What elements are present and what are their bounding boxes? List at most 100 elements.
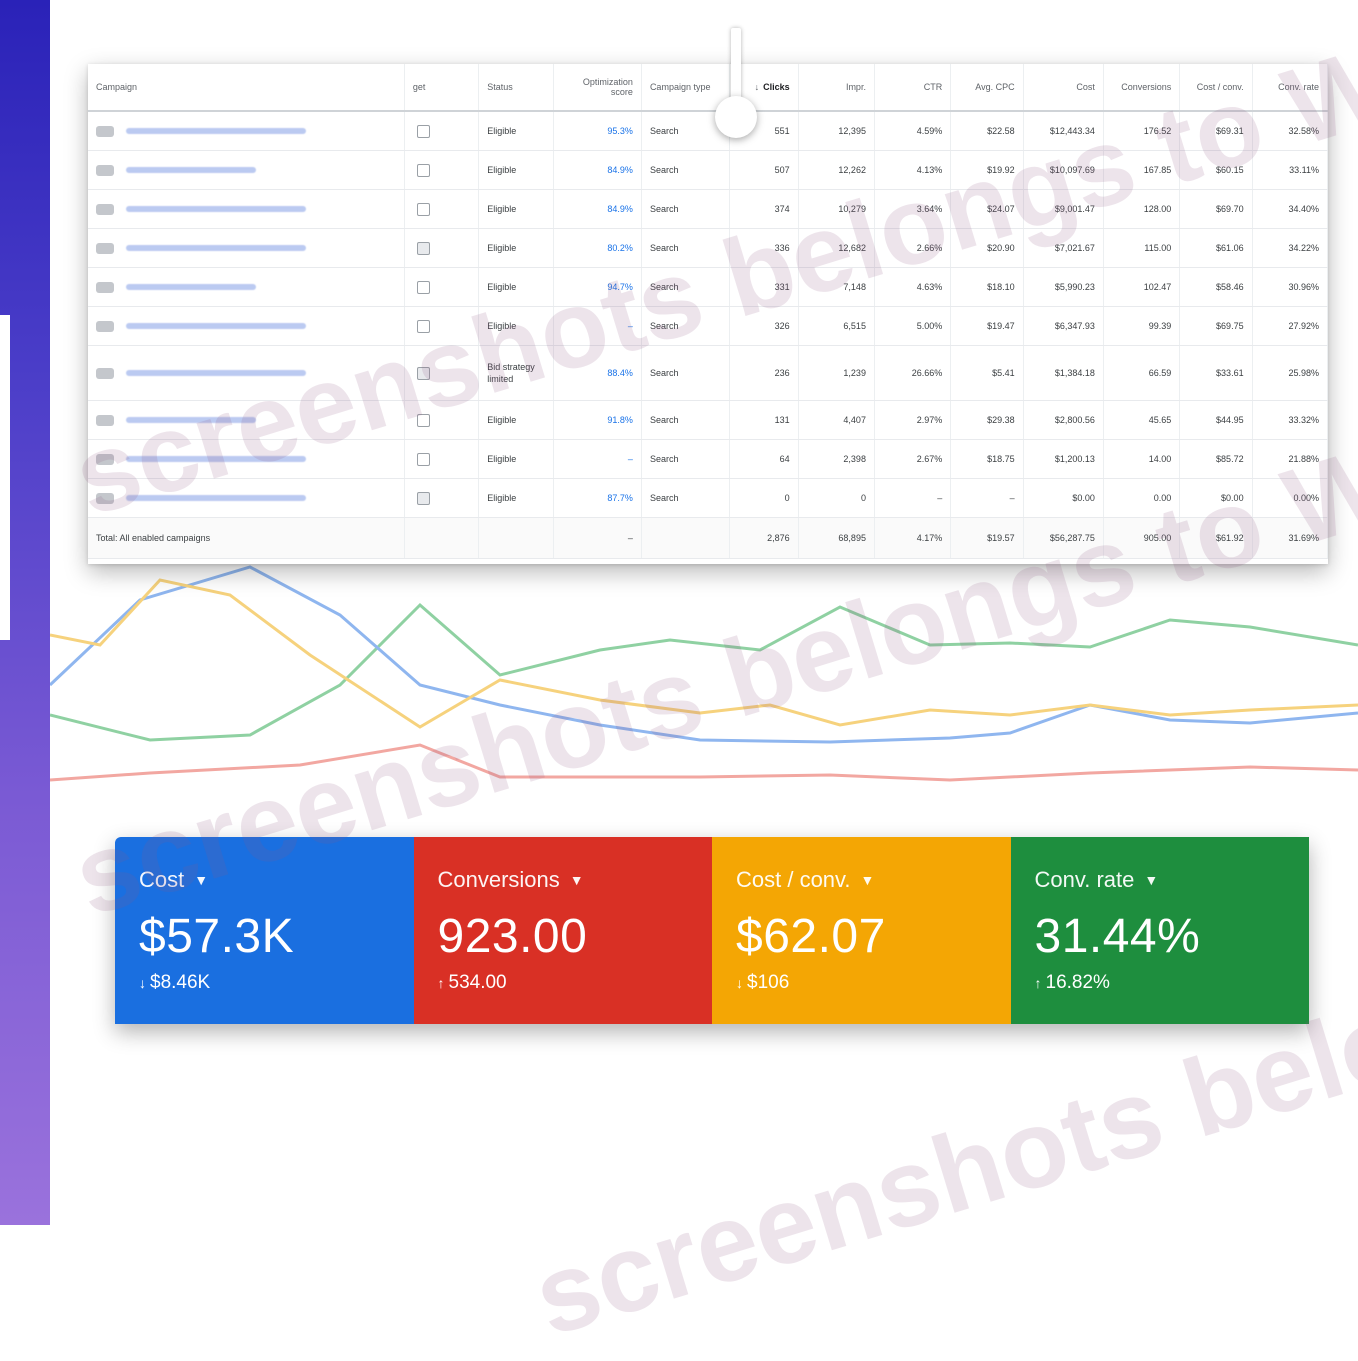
table-row[interactable]: Eligible 84.9% Search 507 12,262 4.13% $19.92 $…: [88, 150, 1329, 190]
table-row[interactable]: Eligible 80.2% Search 336 12,682 2.66% $20.90 $…: [88, 228, 1329, 268]
optimization-score-cell: 80.2%: [553, 228, 642, 268]
cost-per-conv-cell: $60.15: [1179, 150, 1253, 190]
budget-report-icon[interactable]: [416, 366, 430, 380]
enable-toggle-icon[interactable]: [96, 164, 114, 176]
campaign-cell: [88, 189, 405, 229]
total-opt: –: [553, 517, 642, 559]
budget-report-icon[interactable]: [416, 163, 430, 177]
scorecard-conv-rate[interactable]: Conv. rate ▼ 31.44% ↑ 16.82%: [1010, 837, 1309, 1024]
scorecard-conv-rate-value: 31.44%: [1034, 910, 1201, 963]
header-campaign-type[interactable]: Campaign type: [641, 64, 731, 112]
campaign-name-link[interactable]: [126, 245, 306, 252]
campaign-name-link[interactable]: [126, 495, 306, 502]
budget-report-icon[interactable]: [416, 491, 430, 505]
campaign-name-link[interactable]: [126, 370, 306, 377]
budget-cell: [404, 150, 480, 190]
conversions-cell: 102.47: [1103, 267, 1181, 307]
enable-toggle-icon[interactable]: [96, 281, 114, 293]
header-optimization-score[interactable]: Optimization score: [553, 64, 642, 112]
caret-down-icon[interactable]: ▼: [570, 872, 584, 888]
caret-down-icon[interactable]: ▼: [861, 872, 875, 888]
header-budget[interactable]: get: [404, 64, 480, 112]
enable-toggle-icon[interactable]: [96, 203, 114, 215]
table-row[interactable]: Eligible 94.7% Search 331 7,148 4.63% $18.10 $5…: [88, 267, 1329, 307]
ctr-cell: 2.97%: [874, 400, 952, 440]
header-conversions[interactable]: Conversions: [1103, 64, 1181, 112]
table-row[interactable]: Eligible 87.7% Search 0 0– – $0.00 0.00 $0.00 0.0…: [88, 478, 1329, 518]
budget-report-icon[interactable]: [416, 124, 430, 138]
scorecard-cost-per-conv[interactable]: Cost / conv. ▼ $62.07 ↓ $106: [712, 837, 1011, 1024]
enable-toggle-icon[interactable]: [96, 320, 114, 332]
campaign-name-link[interactable]: [126, 206, 306, 213]
budget-report-icon[interactable]: [416, 202, 430, 216]
impressions-cell: 2,398: [798, 439, 875, 479]
table-row[interactable]: Eligible 95.3% Search 551 12,395 4.59% $22.58 $…: [88, 111, 1329, 151]
enable-toggle-icon[interactable]: [96, 367, 114, 379]
scorecard-cost-per-conv-label-row[interactable]: Cost / conv. ▼: [736, 867, 987, 893]
table-row[interactable]: Eligible 91.8% Search 131 4,407 2.97% $29.38 $2…: [88, 400, 1329, 440]
campaign-cell: [88, 478, 405, 518]
cost-cell: $9,001.47: [1023, 189, 1104, 229]
table-row[interactable]: Bid strategy limited 88.4% Search 236 1,239 2…: [88, 345, 1329, 401]
header-avg-cpc[interactable]: Avg. CPC: [950, 64, 1024, 112]
header-impressions[interactable]: Impr.: [798, 64, 875, 112]
campaign-name-link[interactable]: [126, 284, 256, 291]
enable-toggle-icon[interactable]: [96, 453, 114, 465]
budget-report-icon[interactable]: [416, 452, 430, 466]
header-campaign[interactable]: Campaign: [88, 64, 405, 112]
status-cell: Eligible: [478, 228, 554, 268]
metric-scorecards: Cost ▼ $57.3K ↓ $8.46K Conversions ▼ 923…: [115, 837, 1309, 1024]
enable-toggle-icon[interactable]: [96, 125, 114, 137]
campaign-cell: [88, 267, 405, 307]
enable-toggle-icon[interactable]: [96, 492, 114, 504]
scorecard-conversions-delta: ↑ 534.00: [438, 972, 689, 994]
status-cell: Eligible: [478, 111, 554, 151]
header-status[interactable]: Status: [478, 64, 554, 112]
campaign-name-link[interactable]: [126, 417, 256, 424]
budget-report-icon[interactable]: [416, 319, 430, 333]
scorecard-cost-label-row[interactable]: Cost ▼: [139, 867, 390, 893]
table-row[interactable]: Eligible 84.9% Search 374 10,279 3.64% $24.07 $…: [88, 189, 1329, 229]
ctr-cell: 26.66%: [874, 345, 952, 401]
scorecard-conversions-label: Conversions: [437, 867, 560, 892]
optimization-score-cell: 94.7%: [553, 267, 642, 307]
enable-toggle-icon[interactable]: [96, 414, 114, 426]
campaign-name-link[interactable]: [126, 323, 306, 330]
budget-report-icon[interactable]: [416, 241, 430, 255]
campaign-name-link[interactable]: [126, 456, 306, 463]
table-row[interactable]: Eligible – Search 326 6,515 5.00% $19.47 $6,347…: [88, 306, 1329, 346]
budget-report-icon[interactable]: [416, 413, 430, 427]
scorecard-conversions-label-row[interactable]: Conversions ▼: [438, 867, 689, 893]
total-type: [641, 517, 731, 559]
cost-cell: $12,443.34: [1023, 111, 1104, 151]
cost-per-conv-cell: $69.31: [1179, 111, 1253, 151]
budget-report-icon[interactable]: [416, 280, 430, 294]
table-row[interactable]: Eligible – Search 64 2,398 2.67% $18.75 $1,200.…: [88, 439, 1329, 479]
campaign-name-link[interactable]: [126, 128, 306, 135]
scorecard-cost[interactable]: Cost ▼ $57.3K ↓ $8.46K: [115, 837, 414, 1024]
total-cost: $56,287.75: [1023, 517, 1104, 559]
campaign-name-link[interactable]: [126, 167, 256, 174]
campaign-type-cell: Search: [641, 228, 731, 268]
caret-down-icon[interactable]: ▼: [1144, 872, 1158, 888]
optimization-score-cell: 91.8%: [553, 400, 642, 440]
header-conv-rate[interactable]: Conv. rate: [1252, 64, 1329, 112]
header-cost[interactable]: Cost: [1023, 64, 1104, 112]
cost-cell: $2,800.56: [1023, 400, 1104, 440]
scorecard-conv-rate-label-row[interactable]: Conv. rate ▼: [1035, 867, 1286, 893]
campaign-cell: [88, 345, 405, 401]
enable-toggle-icon[interactable]: [96, 242, 114, 254]
total-cost-per-conv: $61.92: [1179, 517, 1253, 559]
total-impressions: 68,895: [798, 517, 875, 559]
clicks-cell: 131: [729, 400, 799, 440]
column-drag-handle[interactable]: [715, 96, 757, 138]
cost-cell: $1,200.13: [1023, 439, 1104, 479]
avg-cpc-cell: $24.07: [950, 189, 1024, 229]
avg-cpc-cell: $18.10: [950, 267, 1024, 307]
header-cost-per-conv[interactable]: Cost / conv.: [1179, 64, 1253, 112]
header-ctr[interactable]: CTR: [874, 64, 952, 112]
budget-cell: [404, 228, 480, 268]
conv-rate-cell: 21.88%: [1252, 439, 1329, 479]
caret-down-icon[interactable]: ▼: [194, 872, 208, 888]
scorecard-conversions[interactable]: Conversions ▼ 923.00 ↑ 534.00: [413, 837, 712, 1024]
